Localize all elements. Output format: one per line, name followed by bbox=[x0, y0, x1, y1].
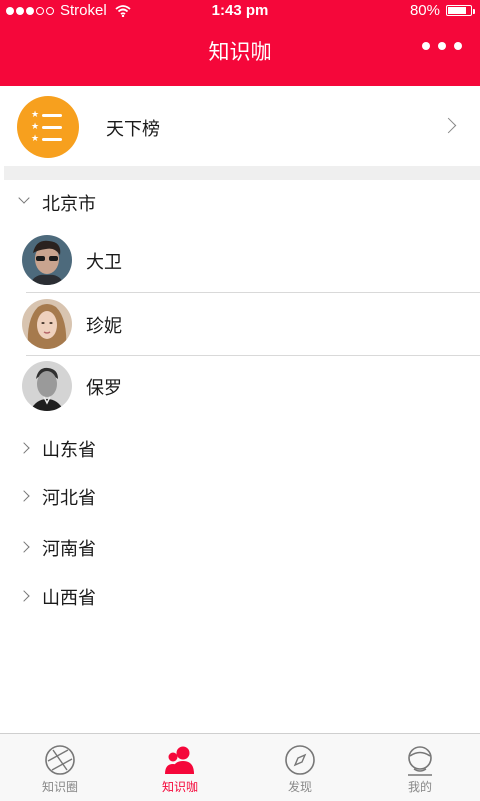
region-henan[interactable]: 河南省 bbox=[0, 527, 480, 567]
battery-area: 80% bbox=[409, 2, 475, 19]
header: Strokel 1:43 pm 80% 知识咖 bbox=[0, 0, 480, 86]
aperture-icon bbox=[45, 745, 75, 775]
ranking-label: 天下榜 bbox=[106, 119, 160, 140]
contact-name: 大卫 bbox=[86, 252, 122, 273]
tab-bar: 知识圈 知识咖 发现 我的 bbox=[0, 733, 480, 801]
chevron-right-icon bbox=[18, 541, 30, 553]
contact-row[interactable]: 大卫 bbox=[0, 230, 480, 292]
avatar bbox=[22, 299, 72, 349]
region-hebei[interactable]: 河北省 bbox=[0, 476, 480, 516]
region-label: 山西省 bbox=[42, 588, 96, 609]
chevron-right-icon bbox=[18, 490, 30, 502]
region-shandong[interactable]: 山东省 bbox=[0, 428, 480, 468]
tab-label: 知识圈 bbox=[41, 780, 78, 794]
ranking-list-icon: ★ ★ ★ bbox=[17, 96, 79, 158]
region-beijing[interactable]: 北京市 bbox=[0, 182, 480, 222]
more-dot-icon bbox=[438, 42, 446, 50]
profile-icon bbox=[408, 746, 432, 776]
more-options-button[interactable] bbox=[422, 42, 462, 50]
region-label: 北京市 bbox=[42, 194, 96, 215]
battery-icon bbox=[446, 5, 475, 16]
tab-knowledge-circle[interactable]: 知识圈 bbox=[0, 734, 120, 801]
battery-percent: 80% bbox=[409, 2, 440, 19]
section-divider bbox=[4, 166, 480, 180]
people-icon bbox=[165, 746, 194, 774]
ranking-row[interactable]: ★ ★ ★ 天下榜 bbox=[0, 96, 480, 162]
page-title: 知识咖 bbox=[208, 40, 272, 64]
status-time: 1:43 pm bbox=[211, 2, 269, 19]
tab-label: 知识咖 bbox=[161, 780, 198, 794]
region-shanxi[interactable]: 山西省 bbox=[0, 576, 480, 616]
tab-profile[interactable]: 我的 bbox=[360, 734, 480, 801]
avatar bbox=[22, 235, 72, 285]
more-dot-icon bbox=[454, 42, 462, 50]
compass-icon bbox=[285, 745, 315, 775]
contact-row[interactable]: 珍妮 bbox=[0, 294, 480, 356]
region-label: 河南省 bbox=[42, 539, 96, 560]
contact-row[interactable]: 保罗 bbox=[0, 356, 480, 418]
chevron-right-icon bbox=[18, 442, 30, 454]
status-bar: Strokel 1:43 pm 80% bbox=[0, 0, 480, 22]
tab-discover[interactable]: 发现 bbox=[240, 734, 360, 801]
avatar bbox=[22, 361, 72, 411]
tab-label: 发现 bbox=[287, 780, 312, 794]
region-label: 河北省 bbox=[42, 488, 96, 509]
chevron-down-icon bbox=[18, 192, 30, 204]
more-dot-icon bbox=[422, 42, 430, 50]
chevron-right-icon bbox=[18, 590, 30, 602]
row-divider bbox=[26, 292, 480, 293]
contact-name: 保罗 bbox=[86, 378, 122, 399]
chevron-right-icon bbox=[440, 117, 457, 134]
tab-label: 我的 bbox=[407, 780, 432, 794]
region-label: 山东省 bbox=[42, 440, 96, 461]
contact-name: 珍妮 bbox=[86, 316, 122, 337]
tab-knowledge-cafe[interactable]: 知识咖 bbox=[120, 734, 240, 801]
